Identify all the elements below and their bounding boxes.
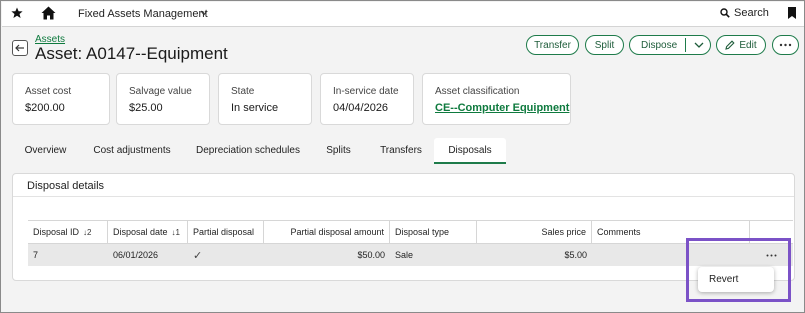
column-label: Partial disposal amount [290, 227, 384, 237]
app-name[interactable]: Fixed Assets Management [78, 8, 208, 20]
cell-partial-disposal-amount: $50.00 [357, 250, 385, 260]
column-label: Disposal type [395, 227, 450, 237]
page-title: Asset: A0147--Equipment [35, 44, 228, 63]
tab-transfers[interactable]: Transfers [369, 138, 433, 163]
card-asset-cost: Asset cost $200.00 [12, 73, 110, 125]
column-label: Comments [597, 227, 641, 237]
card-label: Salvage value [129, 86, 192, 97]
table-header: Disposal ID ↓2 Disposal date ↓1 Partial … [28, 220, 793, 244]
dispose-divider [685, 38, 686, 52]
tab-label: Transfers [380, 145, 422, 156]
app-window: Fixed Assets Management Search Assets As… [0, 0, 805, 313]
search-icon [720, 8, 730, 18]
column-header-partial-disposal-amount[interactable]: Partial disposal amount [264, 221, 390, 243]
tab-depreciation-schedules[interactable]: Depreciation schedules [190, 138, 306, 163]
card-asset-classification: Asset classification CE--Computer Equipm… [422, 73, 571, 125]
column-label: Disposal ID [33, 227, 80, 237]
divider [13, 196, 794, 197]
card-label: Asset classification [435, 86, 520, 97]
sort-indicator: ↓2 [83, 227, 92, 237]
more-actions-button[interactable] [772, 35, 799, 55]
section-title: Disposal details [27, 180, 105, 192]
tab-label: Overview [24, 145, 67, 156]
column-label: Sales price [541, 227, 586, 237]
menu-item-revert[interactable]: Revert [709, 274, 738, 285]
column-header-disposal-id[interactable]: Disposal ID ↓2 [28, 221, 108, 243]
bookmark-icon[interactable] [788, 7, 796, 19]
tab-label: Cost adjustments [93, 145, 171, 156]
dispose-label[interactable]: Dispose [630, 40, 686, 51]
row-actions-menu: Revert [698, 267, 774, 292]
search-button[interactable]: Search [720, 7, 769, 19]
split-button[interactable]: Split [585, 35, 624, 55]
column-header-disposal-type[interactable]: Disposal type [390, 221, 477, 243]
card-value: 04/04/2026 [333, 102, 389, 114]
transfer-button[interactable]: Transfer [526, 35, 579, 55]
disposal-details-panel: Disposal details Disposal ID ↓2 Disposal… [12, 173, 795, 281]
card-label: In-service date [333, 86, 399, 97]
search-label: Search [734, 7, 769, 19]
card-value: In service [231, 102, 279, 114]
disposals-table: Disposal ID ↓2 Disposal date ↓1 Partial … [28, 220, 793, 267]
column-header-disposal-date[interactable]: Disposal date ↓1 [108, 221, 188, 243]
card-salvage-value: Salvage value $25.00 [116, 73, 210, 125]
transfer-label: Transfer [534, 39, 571, 51]
top-bar: Fixed Assets Management Search [2, 2, 804, 27]
column-label: Partial disposal [193, 227, 255, 237]
asset-classification-link[interactable]: CE--Computer Equipment [435, 102, 569, 114]
cell-disposal-id: 7 [33, 250, 39, 260]
arrow-left-icon [15, 44, 24, 52]
star-icon[interactable] [11, 7, 23, 19]
home-icon[interactable] [41, 6, 56, 20]
cell-disposal-date: 06/01/2026 [113, 250, 159, 260]
tab-overview[interactable]: Overview [12, 138, 79, 163]
edit-button[interactable]: Edit [716, 35, 766, 55]
tab-label: Disposals [448, 144, 492, 156]
cell-partial-disposal: ✓ [193, 249, 203, 262]
card-value: $200.00 [25, 102, 65, 114]
back-button[interactable] [12, 40, 28, 56]
dispose-split-button[interactable]: Dispose [629, 35, 711, 55]
pencil-icon [725, 40, 735, 50]
edit-label: Edit [739, 39, 757, 51]
column-header-partial-disposal[interactable]: Partial disposal [188, 221, 264, 243]
card-in-service-date: In-service date 04/04/2026 [320, 73, 414, 125]
card-state: State In service [218, 73, 312, 125]
tab-label: Depreciation schedules [196, 145, 300, 156]
table-row[interactable]: 7 06/01/2026 ✓ $50.00 Sale $5.00 [28, 244, 793, 266]
cell-sales-price: $5.00 [564, 250, 587, 260]
sort-indicator: ↓1 [171, 227, 180, 237]
split-label: Split [594, 39, 615, 51]
cell-disposal-type: Sale [395, 250, 414, 260]
tab-cost-adjustments[interactable]: Cost adjustments [82, 138, 182, 163]
column-label: Disposal date [113, 227, 168, 237]
card-value: $25.00 [129, 102, 163, 114]
column-header-sales-price[interactable]: Sales price [477, 221, 592, 243]
tab-label: Splits [326, 145, 351, 156]
chevron-down-icon[interactable] [694, 42, 704, 48]
chevron-down-icon[interactable] [200, 10, 208, 16]
tab-disposals[interactable]: Disposals [434, 138, 506, 164]
card-label: State [231, 86, 255, 97]
more-horizontal-icon [779, 43, 792, 47]
tab-splits[interactable]: Splits [316, 138, 361, 163]
card-label: Asset cost [25, 86, 72, 97]
